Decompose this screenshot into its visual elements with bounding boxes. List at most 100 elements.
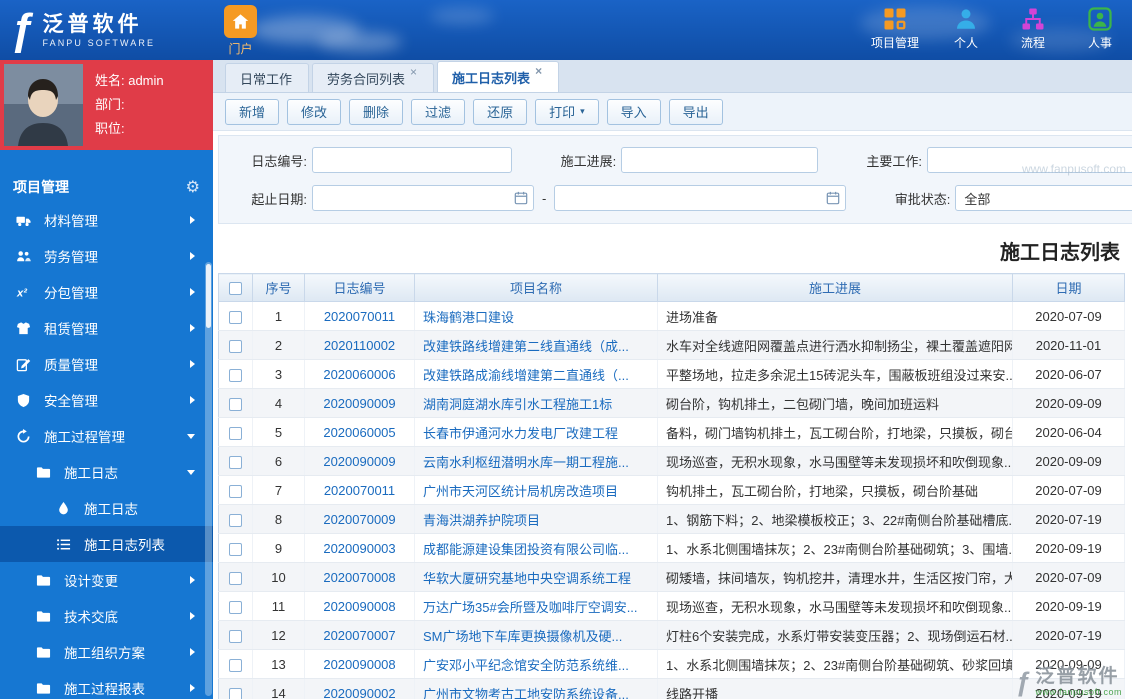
row-checkbox[interactable] <box>229 542 242 556</box>
sidebar-item-safety[interactable]: 安全管理 <box>0 382 213 418</box>
table-row: 9 2020090003 成都能源建设集团投资有限公司临... 1、水系北侧围墙抹灰；… <box>218 533 1125 563</box>
log-no-link[interactable]: 2020090008 <box>323 657 395 672</box>
row-checkbox[interactable] <box>229 368 242 382</box>
start-date-input[interactable] <box>312 185 534 211</box>
row-number: 2 <box>252 330 305 360</box>
scrollbar-thumb[interactable] <box>206 264 211 328</box>
table-row: 6 2020090009 云南水利枢纽潜明水库一期工程施... 现场巡查，无积水现象，… <box>218 446 1125 476</box>
gear-icon[interactable]: ⚙ <box>186 177 200 197</box>
sidebar-item-construction-log[interactable]: 施工日志 <box>0 454 213 490</box>
row-checkbox[interactable] <box>229 484 242 498</box>
log-no-link[interactable]: 2020060006 <box>323 367 395 382</box>
sidebar-item-construction-log-list[interactable]: 施工日志列表 <box>0 526 213 562</box>
calendar-icon[interactable] <box>514 191 528 205</box>
project-link[interactable]: 广州市文物考古工地安防系统设备... <box>423 687 629 699</box>
date-range-label: 起止日期: <box>251 191 307 207</box>
select-all-checkbox[interactable] <box>229 282 242 296</box>
column-header-3[interactable]: 施工进展 <box>657 273 1013 302</box>
sidebar-item-construction-log-entry[interactable]: 施工日志 <box>0 490 213 526</box>
approval-select[interactable]: 全部 ▾ <box>955 185 1132 211</box>
row-checkbox[interactable] <box>229 629 242 643</box>
tab-labor-contract-list[interactable]: 劳务合同列表 × <box>312 63 435 92</box>
log-no-link[interactable]: 2020070011 <box>324 309 395 324</box>
close-icon[interactable]: × <box>535 64 542 78</box>
project-link[interactable]: 长春市伊通河水力发电厂改建工程 <box>423 426 618 441</box>
calendar-icon[interactable] <box>826 191 840 205</box>
project-link[interactable]: 广州市天河区统计局机房改造项目 <box>423 484 618 499</box>
table-body: 1 2020070011 珠海鹤港口建设 进场准备 2020-07-09 2 2020110… <box>218 301 1125 699</box>
export-button[interactable]: 导出 <box>668 98 723 125</box>
row-checkbox[interactable] <box>229 658 242 672</box>
row-checkbox[interactable] <box>229 397 242 411</box>
sidebar-item-material[interactable]: 材料管理 <box>0 202 213 238</box>
project-link[interactable]: 成都能源建设集团投资有限公司临... <box>423 542 629 557</box>
row-checkbox[interactable] <box>229 513 242 527</box>
nav-project-management[interactable]: 项目管理 <box>871 5 919 51</box>
sidebar-item-tech-disclosure[interactable]: 技术交底 <box>0 598 213 634</box>
column-header-4[interactable]: 日期 <box>1012 273 1125 302</box>
tab-daily-work[interactable]: 日常工作 <box>225 63 310 92</box>
row-checkbox[interactable] <box>229 600 242 614</box>
nav-hr[interactable]: 人事 <box>1080 5 1120 51</box>
project-link[interactable]: 云南水利枢纽潜明水库一期工程施... <box>423 455 629 470</box>
row-checkbox[interactable] <box>229 455 242 469</box>
sidebar-item-construction-org-plan[interactable]: 施工组织方案 <box>0 634 213 670</box>
toolbar-button-label: 导入 <box>620 105 647 120</box>
row-checkbox[interactable] <box>229 571 242 585</box>
column-header-2[interactable]: 项目名称 <box>414 273 658 302</box>
log-no-link[interactable]: 2020090009 <box>323 454 395 469</box>
log-no-input[interactable] <box>312 147 513 173</box>
sidebar-item-lease[interactable]: 租赁管理 <box>0 310 213 346</box>
column-header-0[interactable]: 序号 <box>252 273 305 302</box>
progress-input[interactable] <box>621 147 818 173</box>
sidebar-item-construction-process-report[interactable]: 施工过程报表 <box>0 670 213 699</box>
project-link[interactable]: 湖南洞庭湖水库引水工程施工1标 <box>423 397 612 412</box>
row-checkbox[interactable] <box>229 687 242 699</box>
restore-button[interactable]: 还原 <box>473 98 528 125</box>
project-link[interactable]: 青海洪湖养护院项目 <box>423 513 540 528</box>
end-date-input[interactable] <box>554 185 847 211</box>
project-link[interactable]: 华软大厦研究基地中央空调系统工程 <box>423 571 631 586</box>
tab-construction-log-list[interactable]: 施工日志列表 × <box>437 61 560 92</box>
import-button[interactable]: 导入 <box>606 98 661 125</box>
nav-personal[interactable]: 个人 <box>946 5 986 51</box>
sidebar-item-design-change[interactable]: 设计变更 <box>0 562 213 598</box>
log-no-link[interactable]: 2020090008 <box>323 599 395 614</box>
log-no-link[interactable]: 2020060005 <box>323 425 395 440</box>
sidebar-item-quality[interactable]: 质量管理 <box>0 346 213 382</box>
filter-button[interactable]: 过滤 <box>411 98 466 125</box>
close-icon[interactable]: × <box>410 65 417 79</box>
project-link[interactable]: 珠海鹤港口建设 <box>423 310 514 325</box>
project-link[interactable]: SM广场地下车库更换摄像机及硬... <box>423 629 622 644</box>
log-no-link[interactable]: 2020070009 <box>323 512 395 527</box>
progress-cell: 水车对全线遮阳网覆盖点进行洒水抑制扬尘，裸土覆盖遮阳网... <box>657 330 1013 360</box>
project-link[interactable]: 广安邓小平纪念馆安全防范系统维... <box>423 658 629 673</box>
sidebar-scrollbar[interactable] <box>205 262 212 696</box>
log-no-link[interactable]: 2020070011 <box>324 483 395 498</box>
row-checkbox[interactable] <box>229 339 242 353</box>
column-header-1[interactable]: 日志编号 <box>304 273 415 302</box>
project-link[interactable]: 改建铁路线增建第二线直通线（成... <box>423 339 629 354</box>
nav-workflow[interactable]: 流程 <box>1013 5 1053 51</box>
sidebar-item-label: 劳务管理 <box>44 250 98 265</box>
log-no-link[interactable]: 2020090002 <box>323 686 395 699</box>
row-checkbox[interactable] <box>229 310 242 324</box>
sidebar-item-subcontract[interactable]: x² 分包管理 <box>0 274 213 310</box>
log-no-link[interactable]: 2020070007 <box>323 628 395 643</box>
project-link[interactable]: 万达广场35#会所暨及咖啡厅空调安... <box>423 600 638 615</box>
edit-button[interactable]: 修改 <box>287 98 342 125</box>
log-no-link[interactable]: 2020090003 <box>323 541 395 556</box>
log-no-link[interactable]: 2020070008 <box>323 570 395 585</box>
print-button[interactable]: 打印 ▾ <box>535 98 599 125</box>
project-link[interactable]: 改建铁路成渝线增建第二直通线（... <box>423 368 629 383</box>
log-no-link[interactable]: 2020110002 <box>324 338 395 353</box>
sidebar-item-labor[interactable]: 劳务管理 <box>0 238 213 274</box>
sidebar-item-construction-process[interactable]: 施工过程管理 <box>0 418 213 454</box>
delete-button[interactable]: 删除 <box>349 98 404 125</box>
log-no-link[interactable]: 2020090009 <box>323 396 395 411</box>
portal-button[interactable]: 门户 <box>224 5 257 57</box>
main-work-input[interactable] <box>927 147 1132 173</box>
add-button[interactable]: 新增 <box>225 98 280 125</box>
row-number: 10 <box>252 562 305 592</box>
row-checkbox[interactable] <box>229 426 242 440</box>
